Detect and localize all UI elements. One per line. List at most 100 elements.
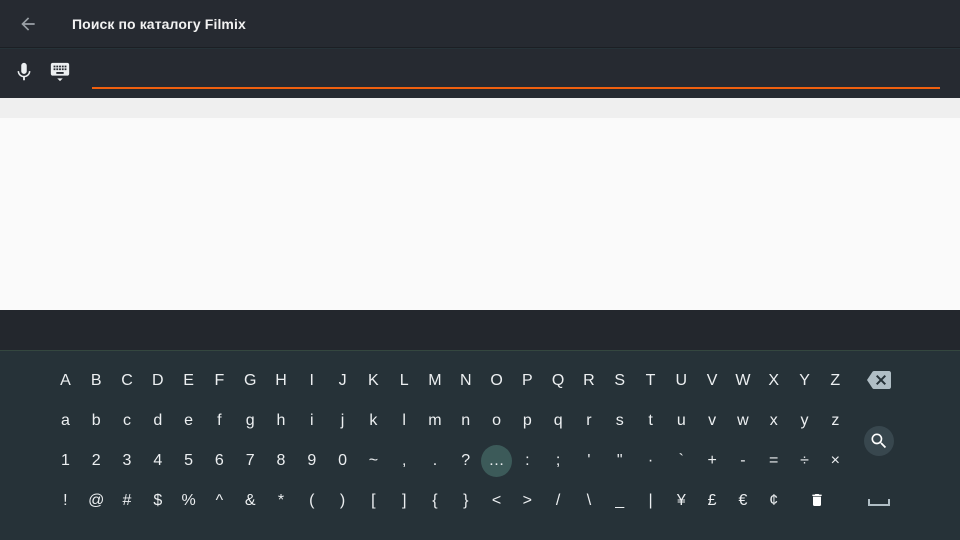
- voice-search-button[interactable]: [12, 59, 36, 85]
- keyboard-key[interactable]: 7: [235, 444, 266, 478]
- keyboard-key[interactable]: q: [543, 404, 574, 438]
- keyboard-key[interactable]: t: [635, 404, 666, 438]
- keyboard-key[interactable]: |: [635, 484, 666, 518]
- keyboard-key[interactable]: ]: [389, 484, 420, 518]
- keyboard-key[interactable]: m: [420, 404, 451, 438]
- keyboard-key[interactable]: T: [635, 364, 666, 398]
- keyboard-key[interactable]: V: [697, 364, 728, 398]
- keyboard-key[interactable]: /: [543, 484, 574, 518]
- keyboard-key[interactable]: W: [728, 364, 759, 398]
- keyboard-key[interactable]: k: [358, 404, 389, 438]
- keyboard-key[interactable]: r: [574, 404, 605, 438]
- keyboard-key[interactable]: 3: [112, 444, 143, 478]
- keyboard-key[interactable]: {: [420, 484, 451, 518]
- keyboard-key[interactable]: w: [728, 404, 759, 438]
- keyboard-key[interactable]: €: [728, 484, 759, 518]
- keyboard-key[interactable]: y: [789, 404, 820, 438]
- keyboard-key[interactable]: }: [450, 484, 481, 518]
- keyboard-key[interactable]: F: [204, 364, 235, 398]
- keyboard-key[interactable]: X: [758, 364, 789, 398]
- keyboard-key[interactable]: J: [327, 364, 358, 398]
- keyboard-key[interactable]: f: [204, 404, 235, 438]
- keyboard-key[interactable]: Z: [820, 364, 851, 398]
- keyboard-key[interactable]: ¢: [758, 484, 789, 518]
- keyboard-key[interactable]: B: [81, 364, 112, 398]
- keyboard-key[interactable]: *: [266, 484, 297, 518]
- keyboard-key[interactable]: 1: [50, 444, 81, 478]
- keyboard-key[interactable]: [: [358, 484, 389, 518]
- keyboard-toggle-button[interactable]: [48, 59, 72, 85]
- keyboard-key[interactable]: !: [50, 484, 81, 518]
- keyboard-key[interactable]: 4: [142, 444, 173, 478]
- keyboard-key[interactable]: ): [327, 484, 358, 518]
- keyboard-key[interactable]: #: [112, 484, 143, 518]
- keyboard-key[interactable]: U: [666, 364, 697, 398]
- keyboard-key[interactable]: <: [481, 484, 512, 518]
- keyboard-key[interactable]: £: [697, 484, 728, 518]
- keyboard-key[interactable]: -: [728, 444, 759, 478]
- keyboard-key[interactable]: \: [574, 484, 605, 518]
- keyboard-key[interactable]: O: [481, 364, 512, 398]
- keyboard-key[interactable]: Q: [543, 364, 574, 398]
- keyboard-key[interactable]: ·: [635, 444, 666, 478]
- keyboard-key[interactable]: A: [50, 364, 81, 398]
- keyboard-key[interactable]: j: [327, 404, 358, 438]
- keyboard-key[interactable]: u: [666, 404, 697, 438]
- keyboard-key[interactable]: 9: [296, 444, 327, 478]
- keyboard-key[interactable]: S: [604, 364, 635, 398]
- keyboard-key[interactable]: 8: [266, 444, 297, 478]
- keyboard-key[interactable]: h: [266, 404, 297, 438]
- keyboard-key[interactable]: p: [512, 404, 543, 438]
- keyboard-key[interactable]: @: [81, 484, 112, 518]
- keyboard-key[interactable]: Y: [789, 364, 820, 398]
- search-input[interactable]: [92, 63, 940, 89]
- keyboard-key[interactable]: .: [420, 444, 451, 478]
- keyboard-key[interactable]: ×: [820, 444, 851, 478]
- keyboard-key[interactable]: (: [296, 484, 327, 518]
- keyboard-key[interactable]: +: [697, 444, 728, 478]
- keyboard-key[interactable]: n: [450, 404, 481, 438]
- keyboard-key[interactable]: ;: [543, 444, 574, 478]
- keyboard-key[interactable]: ¥: [666, 484, 697, 518]
- keyboard-key[interactable]: ~: [358, 444, 389, 478]
- keyboard-key[interactable]: l: [389, 404, 420, 438]
- keyboard-key[interactable]: ?: [450, 444, 481, 478]
- keyboard-key[interactable]: &: [235, 484, 266, 518]
- keyboard-key[interactable]: 0: [327, 444, 358, 478]
- keyboard-key[interactable]: R: [574, 364, 605, 398]
- keyboard-key[interactable]: z: [820, 404, 851, 438]
- keyboard-key[interactable]: =: [758, 444, 789, 478]
- keyboard-key[interactable]: c: [112, 404, 143, 438]
- search-submit-key[interactable]: [864, 426, 894, 456]
- keyboard-key[interactable]: I: [296, 364, 327, 398]
- delete-all-key[interactable]: [801, 484, 833, 516]
- keyboard-key[interactable]: E: [173, 364, 204, 398]
- keyboard-key[interactable]: ÷: [789, 444, 820, 478]
- keyboard-key[interactable]: D: [142, 364, 173, 398]
- keyboard-key[interactable]: d: [142, 404, 173, 438]
- keyboard-key[interactable]: ,: [389, 444, 420, 478]
- keyboard-key[interactable]: i: [296, 404, 327, 438]
- keyboard-key[interactable]: x: [758, 404, 789, 438]
- keyboard-key[interactable]: M: [420, 364, 451, 398]
- keyboard-key[interactable]: v: [697, 404, 728, 438]
- backspace-key[interactable]: [863, 364, 895, 396]
- keyboard-key[interactable]: >: [512, 484, 543, 518]
- keyboard-key[interactable]: `: [666, 444, 697, 478]
- keyboard-key[interactable]: C: [112, 364, 143, 398]
- keyboard-key[interactable]: _: [604, 484, 635, 518]
- keyboard-key[interactable]: H: [266, 364, 297, 398]
- keyboard-key[interactable]: L: [389, 364, 420, 398]
- keyboard-key[interactable]: N: [450, 364, 481, 398]
- keyboard-key[interactable]: %: [173, 484, 204, 518]
- keyboard-key[interactable]: G: [235, 364, 266, 398]
- space-key[interactable]: [863, 484, 895, 516]
- keyboard-key[interactable]: 2: [81, 444, 112, 478]
- keyboard-key[interactable]: 6: [204, 444, 235, 478]
- keyboard-key[interactable]: ": [604, 444, 635, 478]
- keyboard-key[interactable]: g: [235, 404, 266, 438]
- keyboard-key[interactable]: o: [481, 404, 512, 438]
- keyboard-key[interactable]: K: [358, 364, 389, 398]
- keyboard-key[interactable]: :: [512, 444, 543, 478]
- keyboard-key[interactable]: a: [50, 404, 81, 438]
